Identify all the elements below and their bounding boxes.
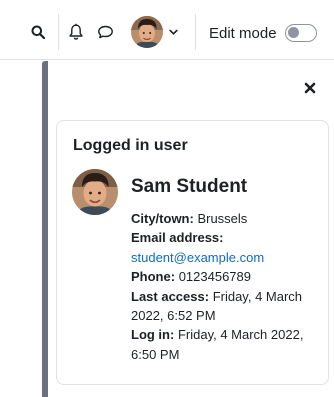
edit-mode-toggle[interactable]: [284, 24, 317, 42]
email-label: Email address:: [131, 230, 224, 246]
user-avatar: [131, 16, 163, 48]
chevron-down-icon: [169, 29, 178, 36]
top-navbar: Edit mode: [0, 0, 334, 60]
last-access-label: Last access:: [131, 288, 210, 304]
user-details: City/town: Brussels Email address: stude…: [131, 209, 321, 364]
user-fullname: Sam Student: [131, 176, 248, 197]
notifications-button[interactable]: [66, 21, 86, 43]
city-label: City/town:: [131, 211, 194, 226]
city-row: City/town: Brussels: [131, 209, 321, 228]
email-row: Email address: student@example.com: [131, 228, 321, 267]
last-access-row: Last access: Friday, 4 March 2022, 6:52 …: [131, 287, 321, 326]
close-drawer-button[interactable]: [302, 80, 318, 96]
chat-bubble-icon: [97, 25, 113, 39]
search-icon: [31, 25, 45, 39]
messages-button[interactable]: [95, 21, 115, 43]
logged-in-user-block: Logged in user Sam Student City/town: Br…: [56, 120, 329, 385]
close-icon: [304, 82, 316, 94]
edit-mode-control: Edit mode: [209, 22, 317, 44]
edit-mode-label: Edit mode: [209, 24, 277, 42]
email-link[interactable]: student@example.com: [131, 250, 264, 265]
phone-label: Phone:: [131, 269, 176, 285]
user-profile-picture[interactable]: [72, 169, 118, 215]
search-button[interactable]: [28, 22, 48, 42]
block-title: Logged in user: [73, 137, 188, 154]
login-row: Log in: Friday, 4 March 2022, 6:50 PM: [131, 325, 321, 364]
login-label: Log in:: [131, 327, 175, 343]
phone-value: 0123456789: [178, 269, 251, 285]
bell-icon: [69, 23, 83, 40]
phone-row: Phone: 0123456789: [131, 267, 321, 286]
navbar-divider: [195, 14, 196, 50]
user-menu-toggle[interactable]: [131, 16, 178, 48]
navbar-divider: [58, 14, 59, 50]
city-value: Brussels: [197, 211, 248, 226]
toggle-knob: [287, 27, 299, 38]
